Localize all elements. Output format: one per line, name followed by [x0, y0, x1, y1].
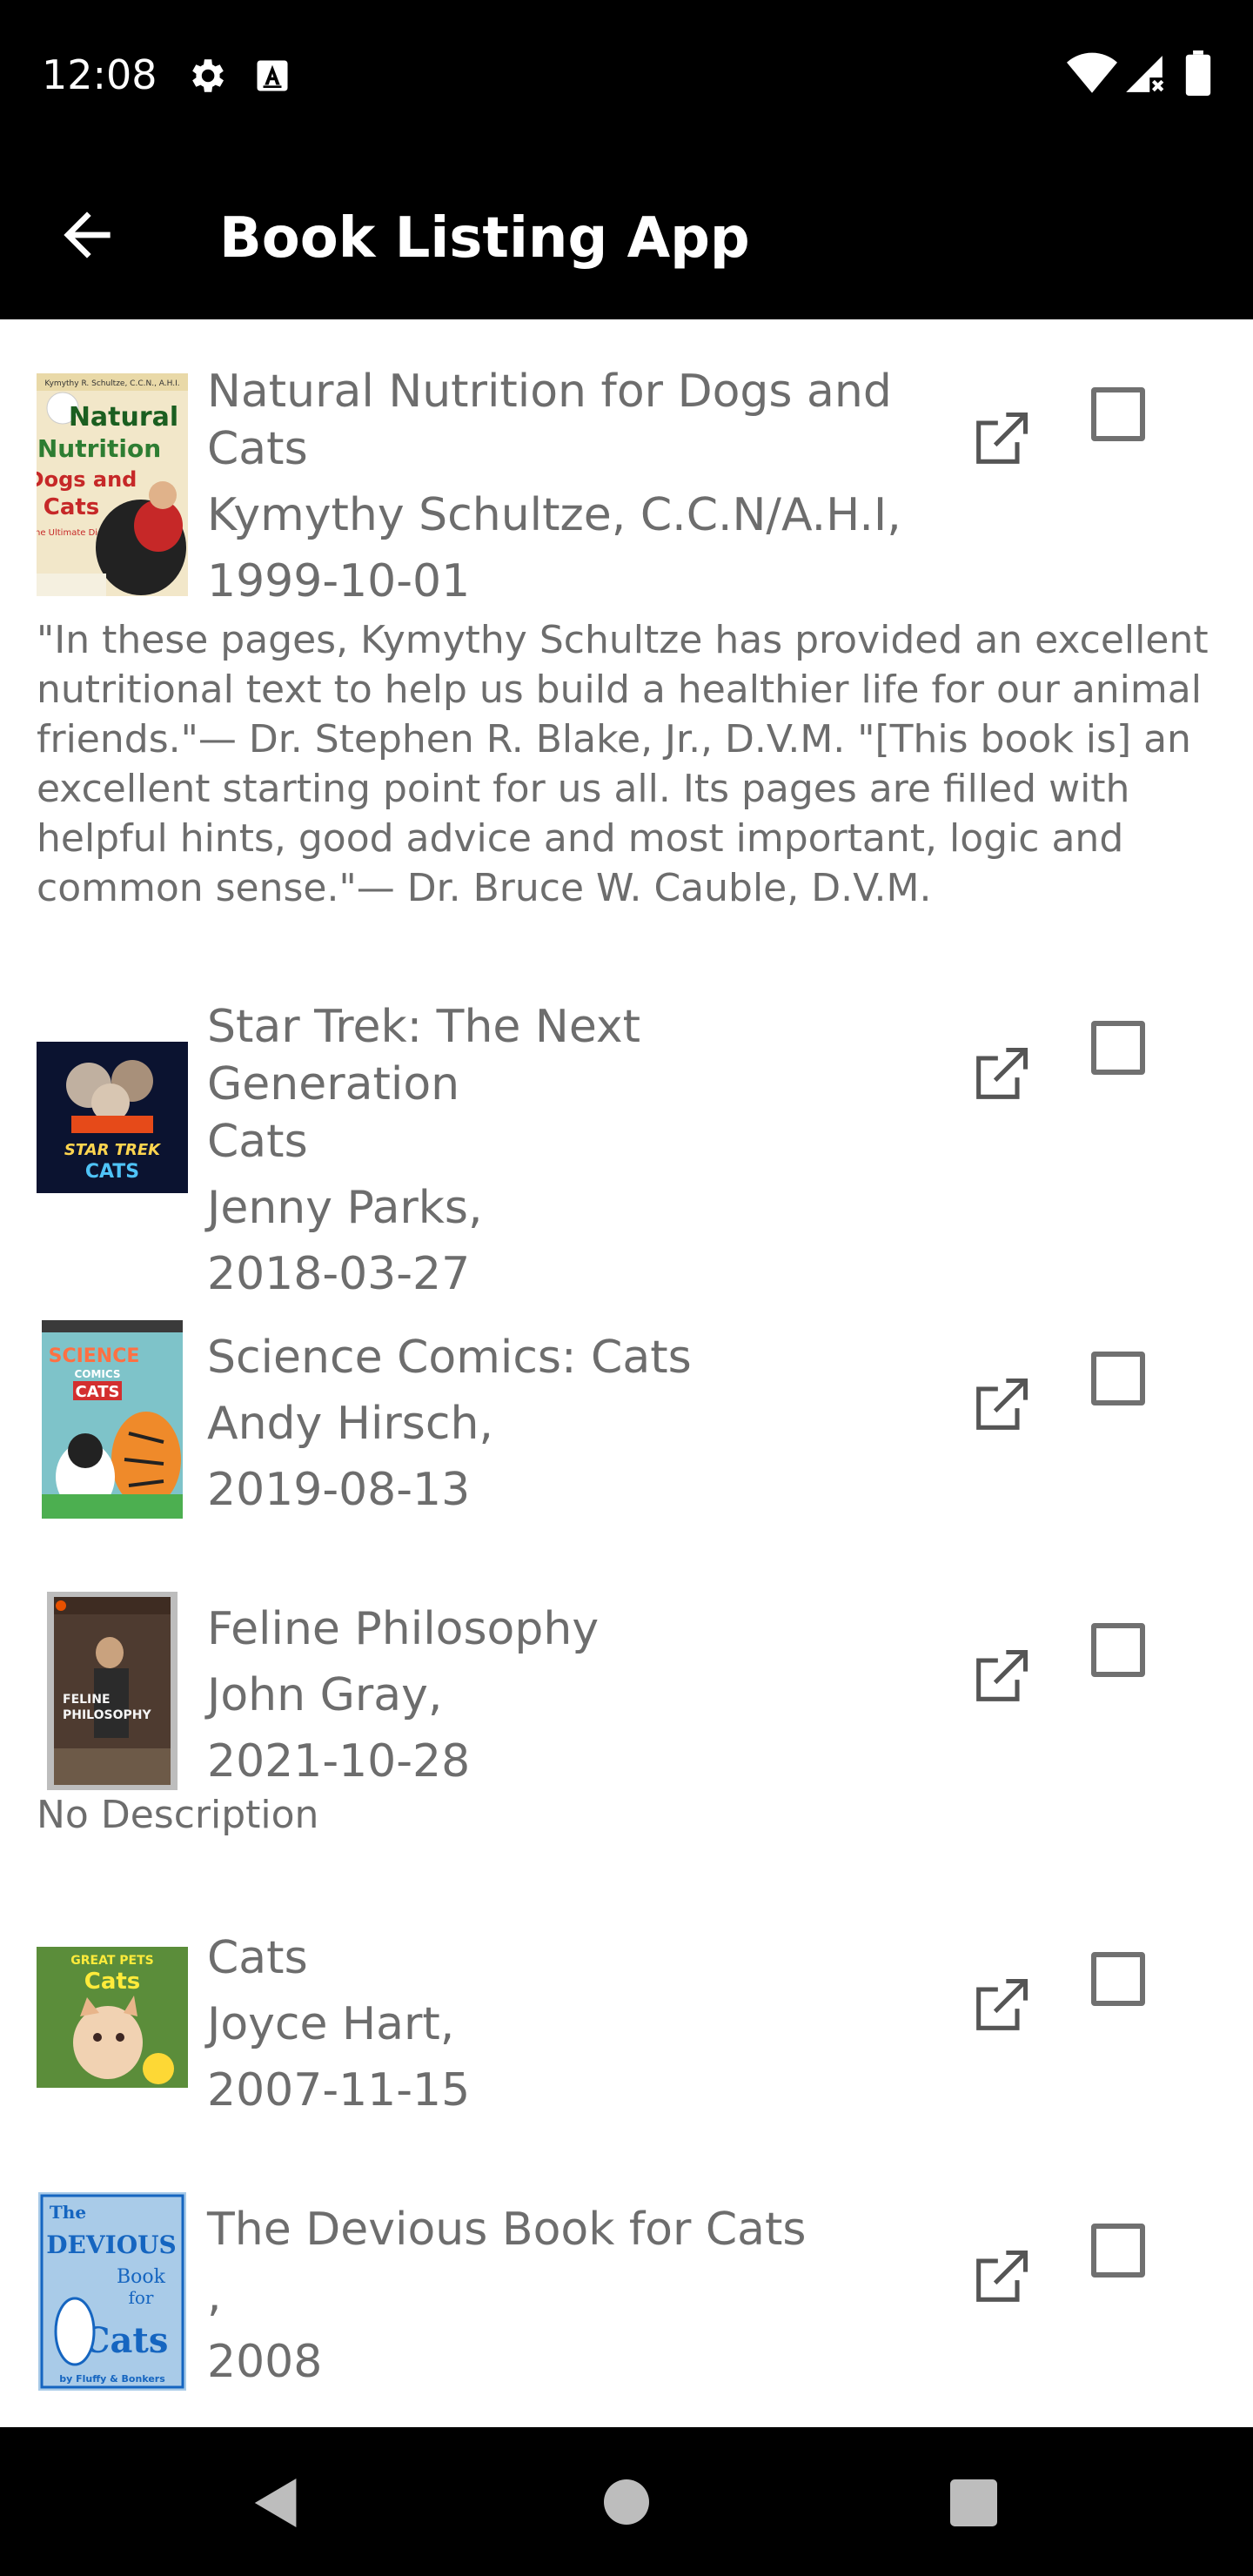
book-title-line: Feline Philosophy [207, 1603, 600, 1655]
book-cover-image: Kymythy R. Schultze, C.C.N., A.H.I. Natu… [37, 373, 188, 596]
book-title-line: Natural Nutrition for Dogs and [207, 366, 892, 418]
book-list-item[interactable]: STAR TREK CATS Star Trek: The Next Gener… [0, 981, 1253, 1303]
cover2-subtitle: CATS [85, 1161, 139, 1183]
cover1-author: Kymythy R. Schultze, C.C.N., A.H.I. [44, 379, 179, 388]
book-title-line: Cats [207, 1116, 308, 1168]
cover5-series: GREAT PETS [70, 1954, 153, 1968]
app-title: Book Listing App [219, 206, 750, 271]
cover1-title1: Natural [69, 402, 178, 433]
book-title-line: Cats [207, 423, 308, 475]
back-triangle-icon[interactable] [252, 2476, 301, 2533]
battery-icon [1185, 50, 1211, 99]
status-bar: 12:08 [0, 0, 1253, 148]
cover4-title2: PHILOSOPHY [63, 1708, 151, 1722]
home-circle-icon[interactable] [604, 2479, 649, 2528]
book-list[interactable]: Kymythy R. Schultze, C.C.N., A.H.I. Natu… [0, 319, 1253, 2427]
select-checkbox[interactable] [1091, 2224, 1145, 2277]
book-cover-image: FELINE PHILOSOPHY [47, 1592, 178, 1790]
cover6-the: The [50, 2202, 86, 2223]
book-date: 2007-11-15 [207, 2064, 471, 2116]
book-title-line: The Devious Book for Cats [207, 2204, 807, 2256]
book-author: Andy Hirsch, [207, 1398, 493, 1450]
book-date: 2021-10-28 [207, 1735, 471, 1788]
book-info: Feline Philosophy John Gray, 2021-10-28 [207, 1600, 903, 1790]
cover6-for: for [128, 2287, 153, 2308]
book-info: Star Trek: The Next Generation Cats Jenn… [207, 998, 903, 1303]
book-cover-image: GREAT PETS Cats [37, 1947, 188, 2088]
wifi-icon [1067, 52, 1117, 99]
book-author: Jenny Parks, [207, 1182, 483, 1234]
book-date: 2008 [207, 2336, 323, 2388]
book-cover-image: SCIENCE COMICS CATS [42, 1320, 183, 1519]
cover1-title3: Dogs and [37, 467, 137, 492]
open-external-icon[interactable] [968, 406, 1034, 473]
signal-icon [1122, 52, 1166, 99]
cover6-cats: Cats [83, 2320, 169, 2361]
book-date: 1999-10-01 [207, 555, 471, 607]
cover6-authors: by Fluffy & Bonkers [59, 2373, 165, 2385]
select-checkbox[interactable] [1091, 1623, 1145, 1677]
back-arrow-icon[interactable] [52, 200, 122, 270]
select-checkbox[interactable] [1091, 1352, 1145, 1405]
book-date: 2019-08-13 [207, 1464, 471, 1516]
book-description: "In these pages, Kymythy Schultze has pr… [37, 618, 1209, 910]
cover3-title3: CATS [76, 1383, 120, 1401]
open-external-icon[interactable] [968, 1644, 1034, 1710]
cover3-title1: SCIENCE [49, 1345, 140, 1367]
book-date: 2018-03-27 [207, 1248, 471, 1300]
cover4-title1: FELINE [63, 1693, 111, 1707]
gear-icon [184, 54, 228, 101]
select-checkbox[interactable] [1091, 1021, 1145, 1075]
cover6-devious: DEVIOUS [46, 2231, 176, 2259]
status-time: 12:08 [42, 51, 157, 98]
open-external-icon[interactable] [968, 1973, 1034, 2039]
cover3-title2: COMICS [74, 1368, 120, 1380]
cover1-subtitle: The Ultimate Diet [37, 528, 106, 538]
book-list-item[interactable]: Kymythy R. Schultze, C.C.N., A.H.I. Natu… [0, 319, 1253, 946]
book-title-line: Cats [207, 1932, 308, 1984]
open-external-icon[interactable] [968, 2244, 1034, 2311]
a-box-icon [254, 57, 291, 97]
book-author: Joyce Hart, [207, 1998, 455, 2050]
system-nav-bar [0, 2427, 1253, 2576]
book-list-item[interactable]: FELINE PHILOSOPHY Feline Philosophy John… [0, 1583, 1253, 1896]
book-list-item[interactable]: The DEVIOUS Book for Cats by Fluffy & Bo… [0, 2184, 1253, 2427]
cover1-title2: Nutrition [37, 434, 161, 463]
cover6-book: Book [117, 2266, 166, 2288]
book-info: Natural Nutrition for Dogs and Cats Kymy… [207, 363, 903, 610]
book-author: Kymythy Schultze, C.C.N/A.H.I, [207, 489, 901, 541]
select-checkbox[interactable] [1091, 1952, 1145, 2006]
book-list-item[interactable]: GREAT PETS Cats Cats Joyce Hart, 2007-11… [0, 1912, 1253, 2173]
book-title-line: Science Comics: Cats [207, 1332, 692, 1384]
book-author: John Gray, [207, 1669, 443, 1721]
open-external-icon[interactable] [968, 1372, 1034, 1439]
book-cover-image: STAR TREK CATS [37, 1042, 188, 1193]
book-info: The Devious Book for Cats , 2008 [207, 2201, 903, 2391]
cover5-title: Cats [84, 1969, 141, 1995]
book-title-line: Star Trek: The Next Generation [207, 1001, 641, 1110]
select-checkbox[interactable] [1091, 387, 1145, 441]
book-cover-image: The DEVIOUS Book for Cats by Fluffy & Bo… [38, 2192, 186, 2391]
recents-square-icon[interactable] [950, 2479, 997, 2530]
cover1-title4: Cats [44, 494, 100, 520]
book-description: No Description [37, 1793, 319, 1837]
cover2-title: STAR TREK [64, 1141, 162, 1159]
open-external-icon[interactable] [968, 1042, 1034, 1108]
book-list-item[interactable]: SCIENCE COMICS CATS Science Comics: Cats… [0, 1311, 1253, 1581]
app-bar: Book Listing App [0, 148, 1253, 319]
book-info: Cats Joyce Hart, 2007-11-15 [207, 1929, 903, 2119]
book-info: Science Comics: Cats Andy Hirsch, 2019-0… [207, 1329, 903, 1519]
book-author: , [207, 2270, 222, 2322]
